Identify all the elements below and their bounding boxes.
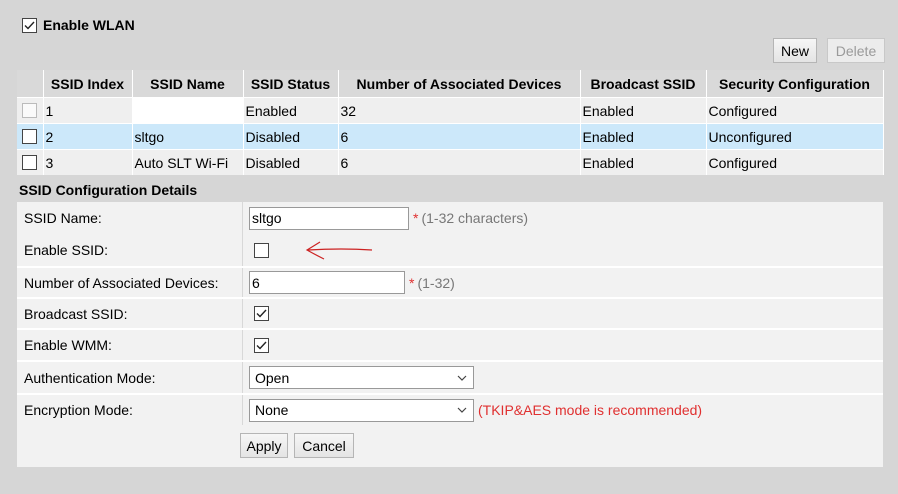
- cell-devices: 32: [338, 97, 581, 124]
- ssid-details-panel: SSID Name: * (1-32 characters) Enable SS…: [17, 202, 883, 467]
- column-header: SSID Status: [243, 70, 339, 98]
- column-header: Broadcast SSID: [580, 70, 707, 98]
- auth-mode-row: Authentication Mode: Open: [17, 362, 883, 393]
- enable-ssid-checkbox[interactable]: [254, 242, 269, 258]
- apply-button[interactable]: Apply: [240, 433, 288, 458]
- encryption-mode-label: Encryption Mode:: [17, 395, 243, 425]
- cell-security: Configured: [706, 149, 884, 175]
- chevron-down-icon: [457, 407, 467, 413]
- cell-ssid-name: [132, 97, 244, 124]
- table-row[interactable]: 1 Enabled 32 Enabled Configured: [17, 97, 884, 124]
- encryption-mode-select[interactable]: None: [249, 398, 474, 422]
- cell-ssid-status: Disabled: [243, 149, 339, 175]
- chevron-down-icon: [457, 375, 467, 381]
- cell-broadcast: Enabled: [580, 149, 707, 175]
- table-row[interactable]: 2 sltgo Disabled 6 Enabled Unconfigured: [17, 123, 884, 150]
- broadcast-ssid-row: Broadcast SSID:: [17, 299, 883, 328]
- devices-hint: (1-32): [417, 274, 455, 291]
- cell-devices: 6: [338, 123, 581, 150]
- checkmark-icon: [256, 341, 267, 350]
- broadcast-ssid-label: Broadcast SSID:: [17, 299, 243, 328]
- row-checkbox[interactable]: [22, 129, 37, 144]
- ssid-name-input[interactable]: [249, 206, 409, 230]
- red-arrow-icon: [305, 241, 373, 260]
- select-column-header: [17, 70, 44, 98]
- cell-broadcast: Enabled: [580, 97, 707, 124]
- enable-wmm-label: Enable WMM:: [17, 330, 243, 360]
- broadcast-ssid-checkbox[interactable]: [254, 306, 269, 321]
- auth-mode-label: Authentication Mode:: [17, 362, 243, 393]
- devices-label: Number of Associated Devices:: [17, 268, 243, 297]
- cell-ssid-name: Auto SLT Wi-Fi: [132, 149, 244, 175]
- delete-button[interactable]: Delete: [827, 38, 885, 63]
- checkmark-icon: [24, 21, 35, 30]
- cell-ssid-index: 2: [43, 123, 133, 150]
- column-header: Security Configuration: [706, 70, 884, 98]
- cell-ssid-name: sltgo: [132, 123, 244, 150]
- table-header-row: SSID Index SSID Name SSID Status Number …: [17, 70, 884, 98]
- auth-mode-value: Open: [255, 369, 290, 386]
- new-button[interactable]: New: [773, 38, 817, 63]
- enable-wlan-row: Enable WLAN: [22, 17, 135, 33]
- required-mark: *: [409, 274, 415, 291]
- cell-broadcast: Enabled: [580, 123, 707, 150]
- devices-row: Number of Associated Devices: * (1-32): [17, 268, 883, 297]
- column-header: SSID Index: [43, 70, 133, 98]
- cell-security: Configured: [706, 97, 884, 124]
- column-header: SSID Name: [132, 70, 244, 98]
- cancel-button[interactable]: Cancel: [294, 433, 354, 458]
- auth-mode-select[interactable]: Open: [249, 366, 474, 389]
- row-checkbox[interactable]: [22, 155, 37, 170]
- enable-wlan-label: Enable WLAN: [43, 17, 135, 33]
- cell-ssid-status: Disabled: [243, 123, 339, 150]
- cell-ssid-index: 1: [43, 97, 133, 124]
- enable-wmm-row: Enable WMM:: [17, 330, 883, 360]
- ssid-name-hint: (1-32 characters): [421, 210, 529, 226]
- required-mark: *: [413, 210, 419, 226]
- cell-devices: 6: [338, 149, 581, 175]
- cell-security: Unconfigured: [706, 123, 884, 150]
- encryption-mode-row: Encryption Mode: None (TKIP&AES mode is …: [17, 395, 883, 425]
- encryption-recommendation: (TKIP&AES mode is recommended): [478, 402, 703, 418]
- ssid-name-label: SSID Name:: [17, 202, 243, 234]
- details-heading: SSID Configuration Details: [19, 182, 198, 198]
- enable-wmm-checkbox[interactable]: [254, 337, 269, 353]
- ssid-table: SSID Index SSID Name SSID Status Number …: [17, 70, 884, 175]
- encryption-mode-value: None: [255, 402, 289, 418]
- cell-ssid-index: 3: [43, 149, 133, 175]
- ssid-name-row: SSID Name: * (1-32 characters): [17, 202, 883, 234]
- table-row[interactable]: 3 Auto SLT Wi-Fi Disabled 6 Enabled Conf…: [17, 149, 884, 175]
- enable-wlan-checkbox[interactable]: [22, 17, 37, 33]
- enable-ssid-label: Enable SSID:: [17, 234, 243, 266]
- cell-ssid-status: Enabled: [243, 97, 339, 124]
- checkmark-icon: [256, 309, 267, 318]
- row-checkbox[interactable]: [22, 103, 37, 118]
- devices-input[interactable]: [249, 271, 405, 294]
- column-header: Number of Associated Devices: [338, 70, 581, 98]
- enable-ssid-row: Enable SSID:: [17, 234, 883, 266]
